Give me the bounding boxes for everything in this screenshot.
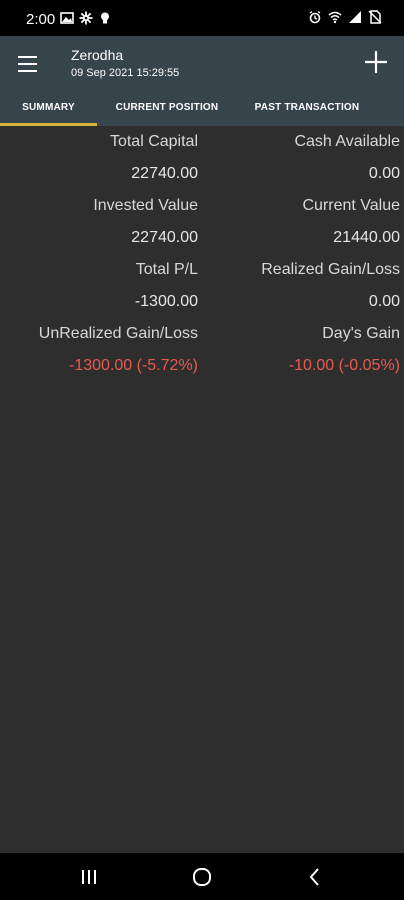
- tab-current-position[interactable]: CURRENT POSITION: [97, 96, 237, 126]
- summary-row: -1300.00 0.00: [0, 286, 404, 318]
- screen: 2:00 Zerodha 09 Sep 2021 15:29:55 SUMMAR…: [0, 0, 404, 900]
- menu-button[interactable]: [14, 50, 42, 78]
- total-pl-value: -1300.00: [134, 293, 198, 310]
- status-time: 2:00: [26, 11, 56, 28]
- tab-past-transaction[interactable]: PAST TRANSACTION: [237, 96, 377, 126]
- status-bar: 2:00: [0, 0, 404, 36]
- home-icon[interactable]: [190, 865, 214, 889]
- days-gain-value: -10.00 (-0.05%): [288, 357, 400, 374]
- image-icon: [60, 12, 74, 24]
- cash-available-label: Cash Available: [294, 133, 400, 150]
- summary-row: UnRealized Gain/Loss Day's Gain: [0, 318, 404, 350]
- tab-summary[interactable]: SUMMARY: [0, 96, 97, 126]
- system-nav-bar: [0, 853, 404, 900]
- hamburger-menu-icon-line: [18, 63, 37, 65]
- unrealized-gain-loss-value: -1300.00 (-5.72%): [69, 357, 198, 374]
- total-capital-label: Total Capital: [109, 133, 198, 150]
- total-capital-value: 22740.00: [131, 165, 198, 182]
- summary-panel: Total Capital Cash Available 22740.00 0.…: [0, 126, 404, 382]
- invested-value-value: 22740.00: [131, 229, 198, 246]
- no-sim-icon: [368, 10, 382, 24]
- summary-row: Invested Value Current Value: [0, 190, 404, 222]
- hamburger-menu-icon-line: [18, 70, 37, 72]
- settings-gear-icon: [79, 11, 93, 25]
- back-icon[interactable]: [303, 865, 327, 889]
- status-right-icons: [308, 10, 382, 24]
- signal-icon: [349, 11, 361, 23]
- wifi-icon: [328, 11, 342, 24]
- plus-icon[interactable]: [362, 48, 390, 76]
- current-value-value: 21440.00: [333, 229, 400, 246]
- alarm-icon: [309, 10, 321, 24]
- bulb-icon: [101, 12, 109, 24]
- tab-bar: SUMMARY CURRENT POSITION PAST TRANSACTIO…: [0, 96, 404, 126]
- realized-gain-loss-value: 0.00: [368, 293, 400, 310]
- invested-value-label: Invested Value: [93, 197, 198, 214]
- total-pl-label: Total P/L: [135, 261, 198, 278]
- realized-gain-loss-label: Realized Gain/Loss: [261, 261, 400, 278]
- cash-available-value: 0.00: [368, 165, 400, 182]
- status-left-icons: [60, 11, 112, 25]
- app-bar: Zerodha 09 Sep 2021 15:29:55 SUMMARY CUR…: [0, 36, 404, 126]
- summary-row: Total Capital Cash Available: [0, 126, 404, 158]
- days-gain-label: Day's Gain: [322, 325, 400, 342]
- unrealized-gain-loss-label: UnRealized Gain/Loss: [38, 325, 198, 342]
- summary-row: Total P/L Realized Gain/Loss: [0, 254, 404, 286]
- current-value-label: Current Value: [302, 197, 400, 214]
- hamburger-menu-icon: [18, 56, 37, 58]
- app-title: Zerodha: [71, 47, 124, 63]
- recents-icon[interactable]: [77, 865, 101, 889]
- summary-row: 22740.00 21440.00: [0, 222, 404, 254]
- app-subtitle-timestamp: 09 Sep 2021 15:29:55: [71, 67, 180, 79]
- summary-row: 22740.00 0.00: [0, 158, 404, 190]
- summary-row: -1300.00 (-5.72%) -10.00 (-0.05%): [0, 350, 404, 382]
